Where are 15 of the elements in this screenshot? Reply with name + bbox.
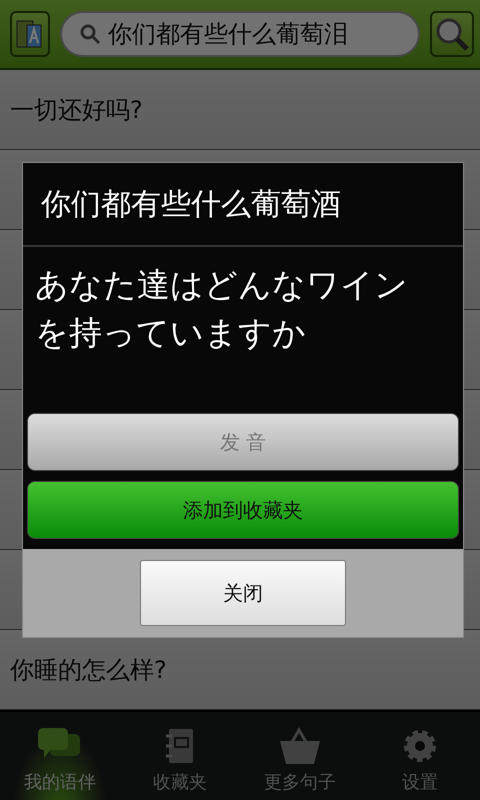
list-row[interactable]: 一切还好吗? — [0, 70, 480, 150]
tab[interactable]: 收藏夹 — [120, 712, 240, 800]
close-button[interactable]: 关闭 — [140, 560, 346, 626]
tab[interactable]: 更多句子 — [240, 712, 360, 800]
list-row[interactable]: 你睡的怎么样? — [0, 630, 480, 710]
search-button[interactable] — [430, 11, 474, 57]
dialog-message: あなた達はどんなワインを持っていますか — [35, 264, 409, 354]
search-field[interactable]: 你们都有些什么葡萄泪 — [60, 11, 420, 57]
add-favorite-button[interactable]: 添加到收藏夹 — [27, 481, 459, 539]
pronounce-button[interactable]: 发 音 — [27, 413, 459, 471]
basket-icon — [277, 726, 323, 766]
dictionary-button[interactable] — [10, 11, 50, 57]
search-icon — [78, 22, 102, 46]
tab[interactable]: 设置 — [360, 712, 480, 800]
dialog-title: 你们都有些什么葡萄酒 — [23, 163, 463, 247]
